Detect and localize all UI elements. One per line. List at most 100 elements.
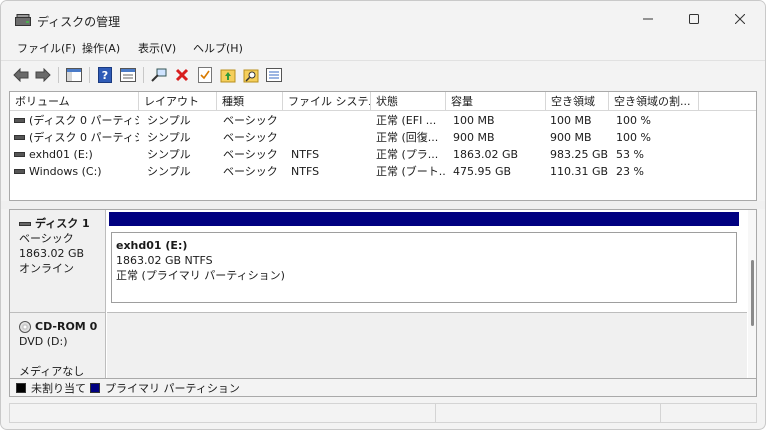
cdrom-0-label[interactable]: CD-ROM 0 DVD (D:) メディアなし (10, 312, 106, 378)
fs-cell: NTFS (291, 148, 320, 161)
menu-action[interactable]: 操作(A) (80, 40, 122, 56)
partition-name: exhd01 (E:) (116, 239, 188, 252)
pane-splitter[interactable] (1, 201, 765, 209)
minimize-icon (643, 18, 653, 20)
volume-icon (14, 117, 25, 123)
volume-cell: (ディスク 0 パーティシ... (10, 112, 139, 129)
legend-swatch-unallocated (16, 383, 26, 393)
legend-unallocated: 未割り当て (16, 380, 86, 396)
disk-1-label[interactable]: ディスク 1 ベーシック 1863.02 GB オンライン (10, 210, 106, 312)
free-cell: 100 MB (550, 114, 592, 127)
fs-cell (287, 112, 371, 129)
disk-1-state: オンライン (19, 262, 74, 275)
menu-view[interactable]: 表示(V) (136, 40, 178, 56)
free-percent-cell: 100 % (616, 131, 651, 144)
legend: 未割り当て プライマリ パーティション (9, 379, 757, 397)
status-segment (435, 404, 660, 422)
free-percent-cell: 100 % (616, 114, 651, 127)
volume-list-header: ボリューム レイアウト 種類 ファイル システム 状態 容量 空き領域 空き領域… (10, 92, 756, 111)
fs-cell (287, 129, 371, 146)
volume-name: Windows (C:) (29, 165, 102, 178)
layout-cell: シンプル (147, 114, 191, 127)
folder-up-icon (220, 69, 236, 83)
type-cell: ベーシック (223, 131, 278, 144)
check-icon (198, 67, 212, 83)
free-percent-cell: 23 % (616, 165, 644, 178)
disk-1-name: ディスク 1 (35, 217, 90, 230)
properties-button[interactable] (118, 65, 138, 85)
layout-cell: シンプル (147, 131, 191, 144)
console-tree-button[interactable] (64, 65, 84, 85)
delete-button[interactable] (172, 65, 192, 85)
volume-icon (14, 134, 25, 140)
primary-partition-bar (109, 212, 739, 226)
back-button[interactable] (11, 65, 31, 85)
volume-cell: (ディスク 0 パーティシ... (10, 129, 139, 146)
maximize-icon (689, 14, 699, 24)
cd-rom-icon (19, 320, 31, 333)
list-button[interactable] (264, 65, 284, 85)
cdrom-0-name: CD-ROM 0 (35, 320, 98, 333)
disk-1-kind: ベーシック (19, 232, 74, 245)
free-cell: 900 MB (550, 131, 592, 144)
volume-name: exhd01 (E:) (29, 148, 93, 161)
column-header-free-percent[interactable]: 空き領域の割... (609, 92, 699, 111)
type-cell: ベーシック (223, 114, 278, 127)
partition-exhd01[interactable]: exhd01 (E:) 1863.02 GB NTFS 正常 (プライマリ パー… (111, 232, 737, 303)
menu-file[interactable]: ファイル(F) (15, 40, 78, 56)
column-header-layout[interactable]: レイアウト (139, 92, 217, 111)
close-icon (735, 14, 745, 24)
window-title: ディスクの管理 (37, 15, 121, 29)
disk-1-size: 1863.02 GB (19, 247, 85, 260)
cdrom-0-name-row: CD-ROM 0 (19, 319, 105, 334)
console-tree-icon (66, 68, 82, 82)
legend-swatch-primary (90, 383, 100, 393)
help-icon: ? (98, 67, 112, 83)
connect-button[interactable] (149, 65, 169, 85)
maximize-button[interactable] (671, 1, 717, 37)
volume-cell: Windows (C:) (10, 163, 139, 180)
column-header-volume[interactable]: ボリューム (10, 92, 139, 111)
connect-icon (151, 68, 167, 82)
legend-label-primary: プライマリ パーティション (105, 382, 240, 395)
forward-button[interactable] (33, 65, 53, 85)
cdrom-0-state: メディアなし (19, 365, 85, 378)
partition-status: 正常 (プライマリ パーティション) (116, 269, 285, 282)
status-cell: 正常 (プラ... (376, 148, 439, 161)
search-folder-icon (243, 69, 259, 83)
volume-row[interactable]: (ディスク 0 パーティシ... シンプル ベーシック 正常 (回復... 90… (10, 129, 756, 146)
menu-help[interactable]: ヘルプ(H) (191, 40, 245, 56)
legend-label-unallocated: 未割り当て (31, 382, 86, 395)
volume-row[interactable]: exhd01 (E:) シンプル ベーシック NTFS 正常 (プラ... 18… (10, 146, 756, 163)
volume-row[interactable]: Windows (C:) シンプル ベーシック NTFS 正常 (ブート... … (10, 163, 756, 180)
svg-text:?: ? (102, 69, 108, 82)
status-segment (660, 404, 757, 422)
disk-graphical-view: ディスク 1 ベーシック 1863.02 GB オンライン exhd01 (E:… (9, 209, 757, 379)
cdrom-0-kind: DVD (D:) (19, 335, 68, 348)
disk-1-name-row: ディスク 1 (19, 216, 105, 231)
column-header-capacity[interactable]: 容量 (446, 92, 546, 111)
volume-list: ボリューム レイアウト 種類 ファイル システム 状態 容量 空き領域 空き領域… (9, 91, 757, 201)
scrollbar-thumb[interactable] (751, 260, 754, 326)
volume-row[interactable]: (ディスク 0 パーティシ... シンプル ベーシック 正常 (EFI ... … (10, 112, 756, 129)
toolbar: ? (1, 60, 765, 88)
minimize-button[interactable] (625, 1, 671, 37)
cdrom-0-media-area (107, 312, 747, 378)
search-folder-button[interactable] (241, 65, 261, 85)
capacity-cell: 900 MB (453, 131, 495, 144)
close-button[interactable] (717, 1, 763, 37)
vertical-scrollbar[interactable] (748, 210, 756, 378)
column-header-type[interactable]: 種類 (217, 92, 283, 111)
volume-cell: exhd01 (E:) (10, 146, 139, 163)
type-cell: ベーシック (223, 148, 278, 161)
help-button[interactable]: ? (95, 65, 115, 85)
volume-icon (14, 151, 25, 157)
column-header-filesystem[interactable]: ファイル システム (283, 92, 371, 111)
column-header-status[interactable]: 状態 (371, 92, 446, 111)
list-icon (266, 68, 282, 82)
disk-1-partitions: exhd01 (E:) 1863.02 GB NTFS 正常 (プライマリ パー… (107, 210, 747, 312)
column-header-free[interactable]: 空き領域 (546, 92, 609, 111)
check-button[interactable] (195, 65, 215, 85)
status-cell: 正常 (回復... (376, 131, 439, 144)
folder-up-button[interactable] (218, 65, 238, 85)
